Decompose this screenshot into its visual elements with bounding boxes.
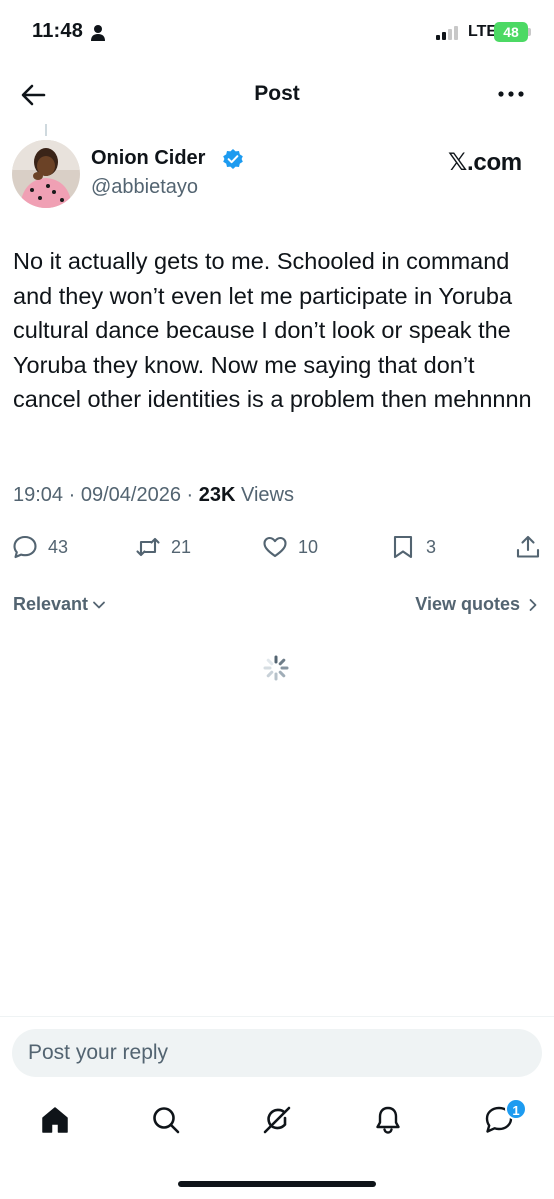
- battery-tip: [528, 28, 531, 36]
- reply-placeholder: Post your reply: [28, 1041, 169, 1064]
- reply-input[interactable]: Post your reply: [12, 1029, 542, 1077]
- views-label: Views: [241, 484, 294, 506]
- avatar[interactable]: [12, 140, 80, 208]
- verified-badge-icon: [223, 149, 243, 169]
- bookmark-button[interactable]: 3: [390, 530, 436, 564]
- post-time: 19:04: [13, 484, 64, 506]
- sort-relevant-button[interactable]: Relevant: [13, 594, 106, 615]
- post-meta: 19:04 · 09/04/2026 · 23K Views: [13, 484, 294, 506]
- reply-count: 43: [48, 536, 69, 557]
- chevron-down-icon: [93, 601, 105, 608]
- network-type: LTE: [468, 23, 498, 40]
- handle[interactable]: @abbietayo: [91, 176, 198, 199]
- tab-bar: [0, 1096, 554, 1152]
- grok-icon[interactable]: [261, 1104, 293, 1136]
- post-text: No it actually gets to me. Schooled in c…: [13, 248, 532, 412]
- notifications-icon[interactable]: [372, 1104, 404, 1136]
- status-bar: 11:48 LTE 48: [0, 0, 554, 66]
- share-icon: [516, 535, 540, 558]
- header: Post: [0, 66, 554, 124]
- sort-relevant-label: Relevant: [13, 594, 89, 614]
- repost-icon: [136, 537, 160, 557]
- page-title: Post: [254, 82, 300, 105]
- person-icon: [91, 25, 105, 41]
- view-quotes-label: View quotes: [415, 594, 520, 614]
- post-actions: 43 21 10 3: [0, 530, 554, 564]
- views-count[interactable]: 23K: [199, 484, 236, 506]
- like-button[interactable]: 10: [262, 530, 318, 564]
- display-name[interactable]: Onion Cider: [91, 147, 205, 170]
- share-button[interactable]: [515, 530, 541, 564]
- search-icon[interactable]: [150, 1104, 182, 1136]
- thread-line: [45, 124, 47, 136]
- status-time: 11:48: [32, 20, 84, 42]
- battery-indicator: 48: [494, 22, 528, 42]
- battery-level: 48: [503, 24, 519, 40]
- like-icon: [263, 536, 287, 558]
- view-quotes-link[interactable]: View quotes: [415, 594, 540, 615]
- reply-icon: [13, 535, 37, 559]
- post-date: 09/04/2026: [80, 484, 181, 506]
- chevron-right-icon: [529, 598, 537, 611]
- like-count: 10: [298, 536, 319, 557]
- repost-button[interactable]: 21: [135, 530, 191, 564]
- replies-sort-row: Relevant View quotes: [0, 590, 554, 620]
- spinner-icon: [263, 655, 289, 681]
- home-indicator: [178, 1181, 376, 1187]
- home-icon[interactable]: [39, 1104, 71, 1136]
- messages-badge: 1: [505, 1098, 527, 1120]
- bookmark-count: 3: [426, 536, 437, 557]
- signal-icon: [436, 26, 458, 40]
- bookmark-icon: [393, 535, 413, 559]
- divider: [0, 1016, 554, 1017]
- repost-count: 21: [171, 536, 192, 557]
- source-label: 𝕏.com: [448, 149, 522, 176]
- more-icon[interactable]: [496, 84, 526, 104]
- reply-button[interactable]: 43: [12, 530, 68, 564]
